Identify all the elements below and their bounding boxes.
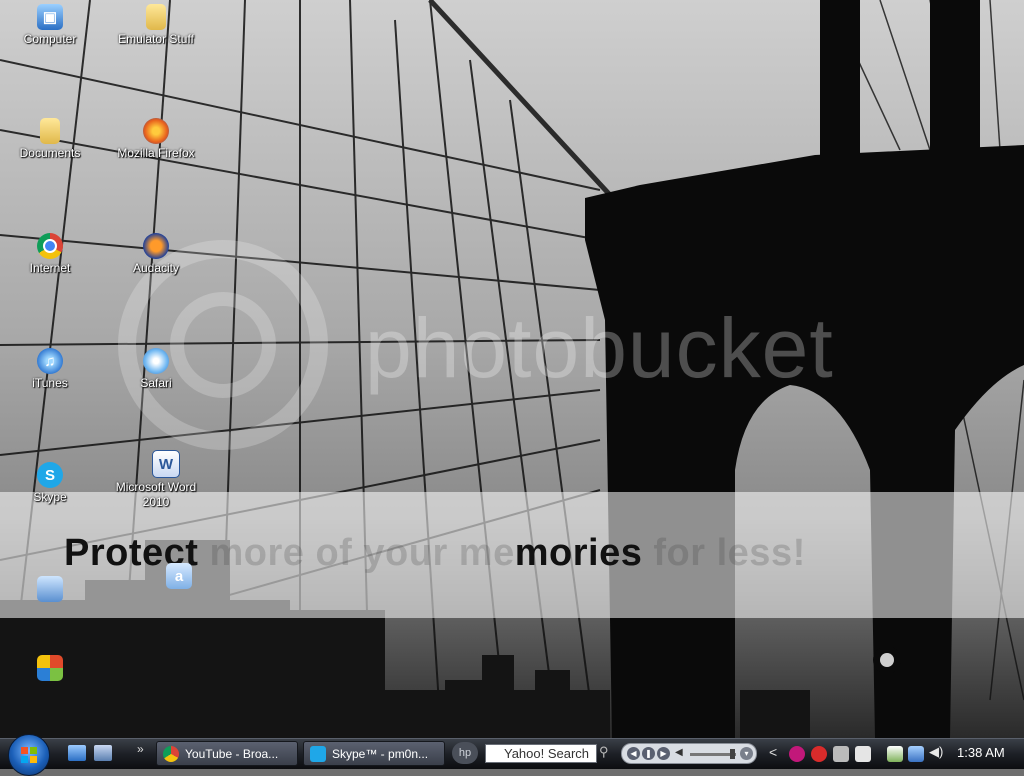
desktop-icon-skype[interactable]: S Skype [0, 462, 105, 505]
desktop-icon-label: iTunes [32, 376, 68, 390]
previous-icon[interactable]: ◀ [627, 747, 640, 760]
app-shortcut-icon [37, 655, 63, 681]
next-icon[interactable]: ▶ [657, 747, 670, 760]
skype-icon: S [37, 462, 63, 488]
volume-icon: ◀ [675, 747, 683, 758]
computer-icon: ▣ [37, 4, 63, 30]
tray-expand-chevron[interactable]: < [769, 744, 777, 760]
folder-icon [146, 4, 166, 30]
tray-app-icon[interactable] [855, 746, 871, 762]
desktop-icon-label: Documents [19, 146, 81, 160]
quick-launch-chevron[interactable]: » [137, 742, 144, 756]
tray-app-icon[interactable] [811, 746, 827, 762]
desktop-icon-label: Skype [33, 490, 67, 504]
firefox-icon [143, 118, 169, 144]
desktop-icon-label: Safari [140, 376, 172, 390]
start-button[interactable] [8, 734, 50, 776]
itunes-icon: ♫ [37, 348, 63, 374]
desktop-icon-mozilla-firefox[interactable]: Mozilla Firefox [101, 118, 211, 161]
taskbar: » YouTube - Broa... Skype™ - pm0n... hp … [0, 734, 1024, 776]
skype-icon [310, 745, 326, 762]
search-icon[interactable]: ⚲ [599, 744, 615, 763]
folder-icon [40, 118, 60, 144]
desktop-icon-label: Emulator Stuff [118, 32, 194, 46]
search-input[interactable]: Yahoo! Search [485, 744, 597, 763]
safari-icon [143, 348, 169, 374]
clock[interactable]: 1:38 AM [957, 745, 1005, 760]
desktop-icon-itunes[interactable]: ♫ iTunes [0, 348, 105, 391]
desktop-icon-microsoft-word[interactable]: W Microsoft Word 2010 [101, 450, 231, 510]
tray-network-icon[interactable] [908, 746, 924, 762]
desktop-icon-label: Microsoft Word 2010 [115, 480, 197, 509]
desktop-icon-shortcut-3[interactable] [0, 655, 105, 683]
taskbar-button-label: YouTube - Broa... [185, 746, 279, 761]
tray-network-icon[interactable] [833, 746, 849, 762]
desktop-icon-shortcut-2[interactable]: a [124, 563, 234, 591]
banner-faded-middle: more of your me [198, 532, 515, 574]
desktop-icon-label: Internet [29, 261, 71, 275]
chrome-icon [163, 745, 179, 762]
show-desktop-icon[interactable] [68, 745, 86, 761]
media-player-toolbar: ◀ ❚ ▶ ◀ ▾ [621, 743, 757, 764]
app-shortcut-icon: a [166, 563, 192, 589]
desktop-icon-label: Mozilla Firefox [117, 146, 195, 160]
desktop-icon-documents[interactable]: Documents [0, 118, 105, 161]
desktop-icon-shortcut-1[interactable] [0, 576, 105, 604]
app-shortcut-icon [37, 576, 63, 602]
hp-icon[interactable]: hp [452, 742, 478, 764]
pause-icon[interactable]: ❚ [642, 747, 655, 760]
banner-bold-mid: mories [514, 532, 643, 574]
desktop: photobucket Protect more of your memorie… [0, 0, 1024, 738]
tray-volume-icon[interactable]: ◀) [929, 744, 945, 760]
desktop-icon-emulator-stuff[interactable]: Emulator Stuff [101, 4, 211, 47]
taskbar-button-youtube[interactable]: YouTube - Broa... [156, 741, 298, 766]
chrome-icon [37, 233, 63, 259]
desktop-icon-safari[interactable]: Safari [101, 348, 211, 391]
media-menu-icon[interactable]: ▾ [740, 747, 753, 760]
photobucket-watermark: photobucket [365, 301, 834, 395]
desktop-icon-audacity[interactable]: Audacity [101, 233, 211, 276]
desktop-icon-internet[interactable]: Internet [0, 233, 105, 276]
word-icon: W [152, 450, 180, 478]
taskbar-button-label: Skype™ - pm0n... [332, 746, 429, 761]
audacity-icon [143, 233, 169, 259]
switch-windows-icon[interactable] [94, 745, 112, 761]
desktop-icon-label: Computer [23, 32, 77, 46]
banner-faded-end: for less! [642, 532, 806, 574]
tray-app-icon[interactable] [789, 746, 805, 762]
desktop-icon-computer[interactable]: ▣ Computer [0, 4, 105, 47]
desktop-icon-label: Audacity [132, 261, 180, 275]
windows-start-icon [21, 747, 37, 763]
taskbar-button-skype[interactable]: Skype™ - pm0n... [303, 741, 445, 766]
tray-battery-icon[interactable] [887, 746, 903, 762]
volume-slider-handle[interactable] [730, 749, 735, 759]
